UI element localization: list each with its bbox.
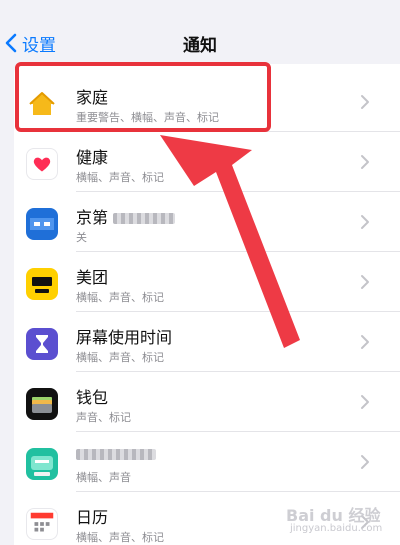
app-subtitle: 横幅、声音、标记 <box>76 171 164 184</box>
page-title: 通知 <box>183 36 217 56</box>
navigation-bar: 设置 通知 <box>0 0 400 62</box>
app-title: 京第 <box>76 204 176 228</box>
app-title: 屏幕使用时间 <box>76 328 173 347</box>
app-subtitle: 关 <box>76 231 87 244</box>
app-title: 健康 <box>76 148 109 167</box>
highlight-box <box>15 62 271 132</box>
chevron-right-icon <box>361 395 369 409</box>
app-title: 美团 <box>76 268 109 287</box>
app-title <box>76 444 156 463</box>
app-subtitle: 声音、标记 <box>76 411 131 424</box>
calendar-icon <box>26 508 58 540</box>
chevron-right-icon <box>361 335 369 349</box>
baidu-watermark-url: jingyan.baidu.com <box>290 523 383 534</box>
app-subtitle: 横幅、声音、标记 <box>76 531 164 544</box>
app-row-wallet[interactable]: 钱包 声音、标记 <box>14 372 400 432</box>
app-subtitle: 横幅、声音、标记 <box>76 351 164 364</box>
hourglass-icon <box>26 328 58 360</box>
app-row-screen-time[interactable]: 屏幕使用时间 横幅、声音、标记 <box>14 312 400 372</box>
app-subtitle: 横幅、声音 <box>76 471 131 484</box>
chevron-right-icon <box>361 455 369 469</box>
app-row-meituan[interactable]: 美团 横幅、声音、标记 <box>14 252 400 312</box>
meituan-icon <box>26 268 58 300</box>
heart-icon <box>26 148 58 180</box>
blue-app-icon <box>26 208 58 240</box>
app-row-blurred-blue[interactable]: 京第 关 <box>14 192 400 252</box>
chevron-right-icon <box>361 155 369 169</box>
app-title: 日历 <box>76 508 109 527</box>
app-row-blurred-green[interactable]: 横幅、声音 <box>14 432 400 492</box>
chevron-right-icon <box>361 275 369 289</box>
chevron-right-icon <box>361 215 369 229</box>
green-app-icon <box>26 448 58 480</box>
blurred-text <box>76 449 156 460</box>
chevron-right-icon <box>361 95 369 109</box>
blurred-text <box>113 213 176 224</box>
app-notification-list: 家庭 重要警告、横幅、声音、标记 健康 横幅、声音、标记 京第 关 美团 横幅、… <box>14 64 400 545</box>
app-row-health[interactable]: 健康 横幅、声音、标记 <box>14 132 400 192</box>
app-subtitle: 横幅、声音、标记 <box>76 291 164 304</box>
wallet-icon <box>26 388 58 420</box>
app-title: 钱包 <box>76 388 109 407</box>
